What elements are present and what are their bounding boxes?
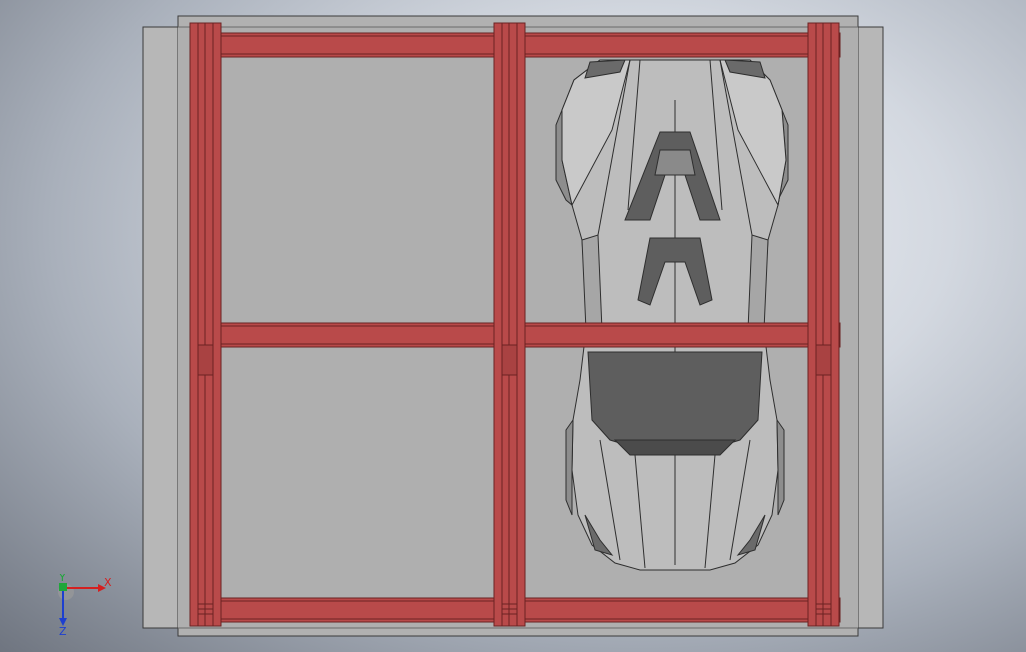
frame-column-left-joint bbox=[197, 344, 214, 376]
z-axis-label: Z bbox=[59, 625, 67, 636]
frame-column-right-joint bbox=[815, 344, 832, 376]
axis-triad: X Y Z bbox=[58, 574, 112, 636]
car-model[interactable] bbox=[555, 59, 789, 571]
y-axis-label: Y bbox=[58, 574, 66, 584]
car-wheel-rear-right bbox=[776, 418, 785, 516]
frame-column-center-joint bbox=[501, 344, 518, 376]
graphics-viewport[interactable]: X Y Z bbox=[0, 0, 1026, 652]
y-axis-marker bbox=[59, 583, 67, 591]
car-side-right bbox=[747, 234, 769, 331]
car-canopy-rim bbox=[613, 439, 737, 456]
x-axis-label: X bbox=[104, 576, 112, 589]
car-side-left bbox=[581, 234, 603, 331]
car-wheel-rear-left bbox=[565, 418, 574, 516]
car-center-intake-inner bbox=[654, 149, 696, 176]
model-view[interactable] bbox=[0, 0, 1026, 652]
car-canopy[interactable] bbox=[587, 351, 763, 453]
